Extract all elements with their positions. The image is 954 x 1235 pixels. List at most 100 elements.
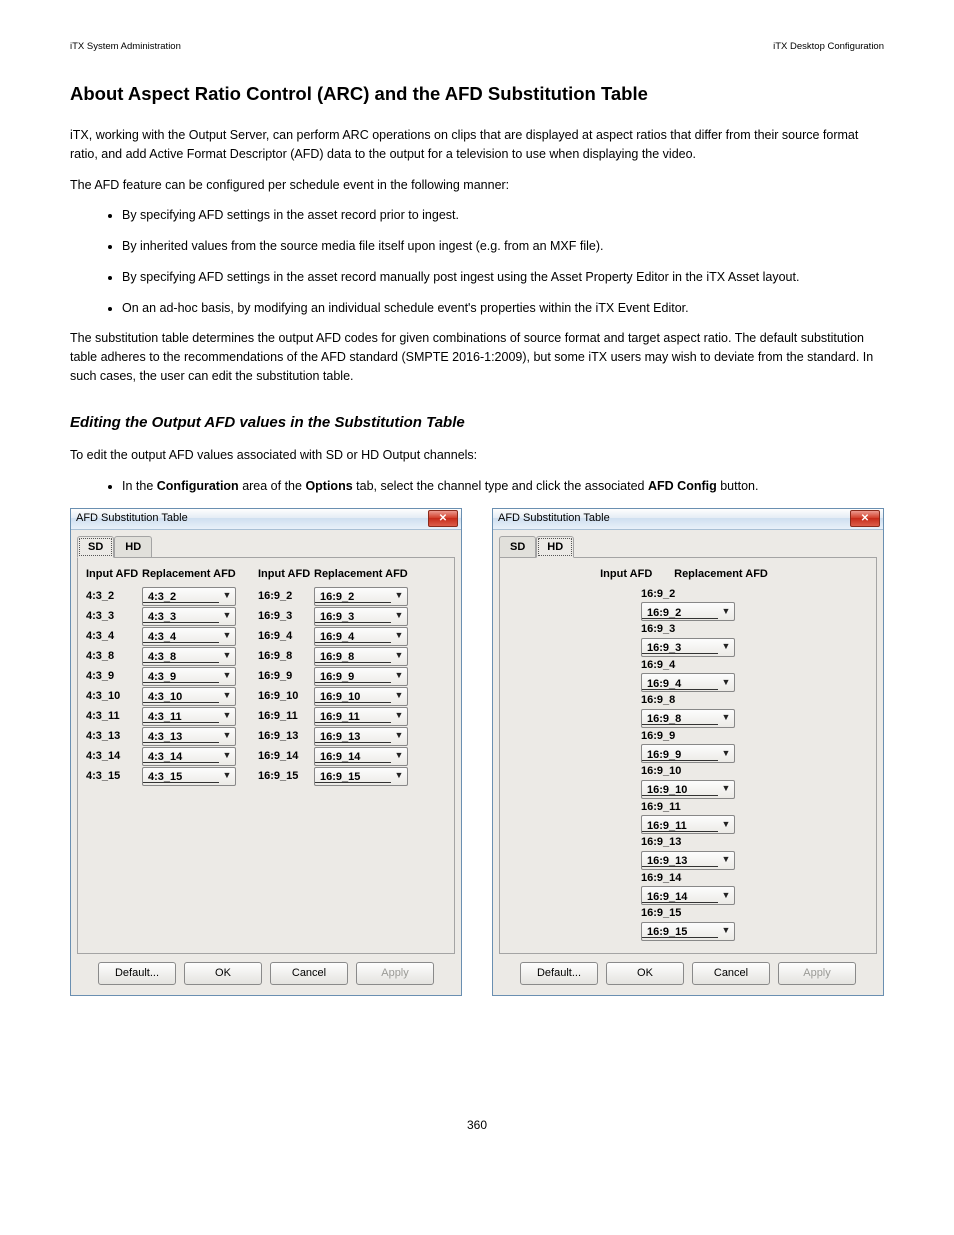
afd-row: 16:9_1116:9_11▼ <box>641 799 735 835</box>
afd-row: 16:9_1016:9_10▼ <box>258 686 408 706</box>
chevron-down-icon: ▼ <box>391 689 407 703</box>
replacement-afd-select[interactable]: 4:3_2▼ <box>142 587 236 606</box>
afd-row: 16:9_316:9_3▼ <box>641 621 735 657</box>
replacement-afd-select[interactable]: 4:3_10▼ <box>142 687 236 706</box>
replacement-afd-select[interactable]: 16:9_2▼ <box>314 587 408 606</box>
input-afd-label: 16:9_14 <box>641 872 681 884</box>
input-afd-label: 4:3_13 <box>86 728 142 745</box>
chevron-down-icon: ▼ <box>219 729 235 743</box>
tab-hd[interactable]: HD <box>536 536 574 559</box>
input-afd-label: 4:3_2 <box>86 588 142 605</box>
paragraph-3: The substitution table determines the ou… <box>70 329 884 385</box>
afd-row: 16:9_816:9_8▼ <box>641 692 735 728</box>
subheading: Editing the Output AFD values in the Sub… <box>70 412 884 435</box>
replacement-afd-select[interactable]: 16:9_9▼ <box>314 667 408 686</box>
col-header-replacement: Replacement AFD <box>674 566 768 586</box>
doc-header-right: iTX Desktop Configuration <box>773 40 884 54</box>
chevron-down-icon: ▼ <box>718 818 734 832</box>
sd-right-column: Input AFD Replacement AFD 16:9_216:9_2▼1… <box>258 566 408 786</box>
select-value: 16:9_3 <box>315 609 391 623</box>
replacement-afd-select[interactable]: 16:9_15▼ <box>314 767 408 786</box>
cancel-button[interactable]: Cancel <box>692 962 770 985</box>
chevron-down-icon: ▼ <box>391 729 407 743</box>
sd-left-column: Input AFD Replacement AFD 4:3_24:3_2▼4:3… <box>86 566 236 786</box>
txt-bold: Options <box>305 479 352 493</box>
replacement-afd-select[interactable]: 16:9_10▼ <box>314 687 408 706</box>
replacement-afd-select[interactable]: 4:3_9▼ <box>142 667 236 686</box>
select-value: 16:9_8 <box>315 649 391 663</box>
input-afd-label: 16:9_11 <box>641 801 681 813</box>
input-afd-label: 16:9_10 <box>641 765 681 777</box>
replacement-afd-select[interactable]: 16:9_13▼ <box>641 851 735 870</box>
chevron-down-icon: ▼ <box>219 629 235 643</box>
txt: In the <box>122 479 153 493</box>
replacement-afd-select[interactable]: 16:9_9▼ <box>641 744 735 763</box>
select-value: 16:9_13 <box>315 729 391 743</box>
select-value: 16:9_3 <box>642 640 718 654</box>
afd-row: 4:3_104:3_10▼ <box>86 686 236 706</box>
replacement-afd-select[interactable]: 16:9_13▼ <box>314 727 408 746</box>
select-value: 16:9_9 <box>315 669 391 683</box>
chevron-down-icon: ▼ <box>219 769 235 783</box>
close-button[interactable]: ✕ <box>428 510 458 527</box>
afd-row: 16:9_1316:9_13▼ <box>258 726 408 746</box>
afd-row: 16:9_816:9_8▼ <box>258 646 408 666</box>
chevron-down-icon: ▼ <box>391 589 407 603</box>
apply-button[interactable]: Apply <box>778 962 856 985</box>
step-1: In the Configuration area of the Options… <box>122 477 884 496</box>
cancel-button[interactable]: Cancel <box>270 962 348 985</box>
replacement-afd-select[interactable]: 16:9_11▼ <box>314 707 408 726</box>
tab-sd[interactable]: SD <box>77 536 114 559</box>
select-value: 16:9_11 <box>642 818 718 832</box>
afd-row: 4:3_44:3_4▼ <box>86 626 236 646</box>
col-header-replacement: Replacement AFD <box>142 566 236 586</box>
default-button[interactable]: Default... <box>520 962 598 985</box>
replacement-afd-select[interactable]: 16:9_14▼ <box>314 747 408 766</box>
replacement-afd-select[interactable]: 4:3_15▼ <box>142 767 236 786</box>
default-button[interactable]: Default... <box>98 962 176 985</box>
afd-row: 16:9_916:9_9▼ <box>258 666 408 686</box>
col-header-input: Input AFD <box>258 566 314 586</box>
close-button[interactable]: ✕ <box>850 510 880 527</box>
txt: button. <box>720 479 758 493</box>
tab-sd[interactable]: SD <box>499 536 536 559</box>
replacement-afd-select[interactable]: 16:9_8▼ <box>641 709 735 728</box>
select-value: 16:9_14 <box>315 749 391 763</box>
input-afd-label: 4:3_15 <box>86 768 142 785</box>
replacement-afd-select[interactable]: 16:9_3▼ <box>314 607 408 626</box>
select-value: 4:3_15 <box>143 769 219 783</box>
afd-row: 4:3_94:3_9▼ <box>86 666 236 686</box>
replacement-afd-select[interactable]: 4:3_3▼ <box>142 607 236 626</box>
afd-row: 16:9_1416:9_14▼ <box>258 746 408 766</box>
replacement-afd-select[interactable]: 16:9_3▼ <box>641 638 735 657</box>
input-afd-label: 4:3_10 <box>86 688 142 705</box>
replacement-afd-select[interactable]: 16:9_4▼ <box>641 673 735 692</box>
replacement-afd-select[interactable]: 16:9_8▼ <box>314 647 408 666</box>
doc-header-left: iTX System Administration <box>70 40 181 54</box>
apply-button[interactable]: Apply <box>356 962 434 985</box>
replacement-afd-select[interactable]: 16:9_2▼ <box>641 602 735 621</box>
select-value: 16:9_8 <box>642 711 718 725</box>
afd-row: 16:9_316:9_3▼ <box>258 606 408 626</box>
replacement-afd-select[interactable]: 16:9_15▼ <box>641 922 735 941</box>
replacement-afd-select[interactable]: 4:3_8▼ <box>142 647 236 666</box>
replacement-afd-select[interactable]: 4:3_4▼ <box>142 627 236 646</box>
chevron-down-icon: ▼ <box>219 749 235 763</box>
tab-hd[interactable]: HD <box>114 536 152 559</box>
afd-row: 4:3_84:3_8▼ <box>86 646 236 666</box>
replacement-afd-select[interactable]: 4:3_11▼ <box>142 707 236 726</box>
replacement-afd-select[interactable]: 16:9_14▼ <box>641 886 735 905</box>
afd-row: 16:9_1116:9_11▼ <box>258 706 408 726</box>
select-value: 4:3_2 <box>143 589 219 603</box>
replacement-afd-select[interactable]: 16:9_10▼ <box>641 780 735 799</box>
replacement-afd-select[interactable]: 4:3_14▼ <box>142 747 236 766</box>
replacement-afd-select[interactable]: 16:9_11▼ <box>641 815 735 834</box>
intro-paragraph-1: iTX, working with the Output Server, can… <box>70 126 884 164</box>
select-value: 4:3_11 <box>143 709 219 723</box>
ok-button[interactable]: OK <box>606 962 684 985</box>
chevron-down-icon: ▼ <box>219 689 235 703</box>
replacement-afd-select[interactable]: 4:3_13▼ <box>142 727 236 746</box>
input-afd-label: 16:9_15 <box>641 907 681 919</box>
replacement-afd-select[interactable]: 16:9_4▼ <box>314 627 408 646</box>
ok-button[interactable]: OK <box>184 962 262 985</box>
